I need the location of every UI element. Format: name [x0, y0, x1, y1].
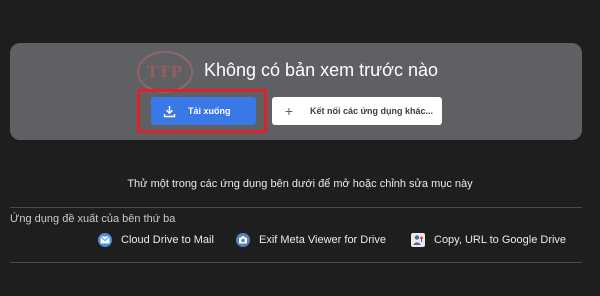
camera-icon	[236, 233, 250, 247]
download-button-label: Tải xuống	[188, 106, 231, 116]
plus-icon: +	[284, 103, 294, 119]
app-item-cloud-drive-to-mail[interactable]: Cloud Drive to Mail	[98, 233, 214, 247]
connect-apps-label: Kết nối các ứng dụng khác...	[310, 106, 434, 116]
app-item-copy-url-to-drive[interactable]: Copy, URL to Google Drive	[411, 233, 566, 247]
divider	[10, 207, 582, 208]
connect-apps-button[interactable]: + Kết nối các ứng dụng khác...	[272, 97, 442, 125]
download-button[interactable]: Tải xuống	[151, 97, 256, 125]
try-apps-text: Thử một trong các ứng dụng bên dưới để m…	[127, 178, 473, 190]
watermark-logo: TTP	[137, 51, 193, 93]
cloud-mail-icon	[98, 233, 112, 247]
no-preview-title: Không có bản xem trước nào	[204, 60, 438, 80]
no-preview-card: TTP Không có bản xem trước nào	[10, 43, 582, 140]
user-upload-icon	[411, 233, 425, 247]
download-icon	[163, 105, 176, 118]
app-item-label: Exif Meta Viewer for Drive	[259, 234, 386, 246]
suggested-apps-heading: Ứng dụng đề xuất của bên thứ ba	[10, 213, 176, 225]
app-item-exif-meta-viewer[interactable]: Exif Meta Viewer for Drive	[236, 233, 386, 247]
app-item-label: Cloud Drive to Mail	[121, 234, 214, 246]
divider	[10, 262, 582, 263]
app-item-label: Copy, URL to Google Drive	[434, 234, 567, 246]
